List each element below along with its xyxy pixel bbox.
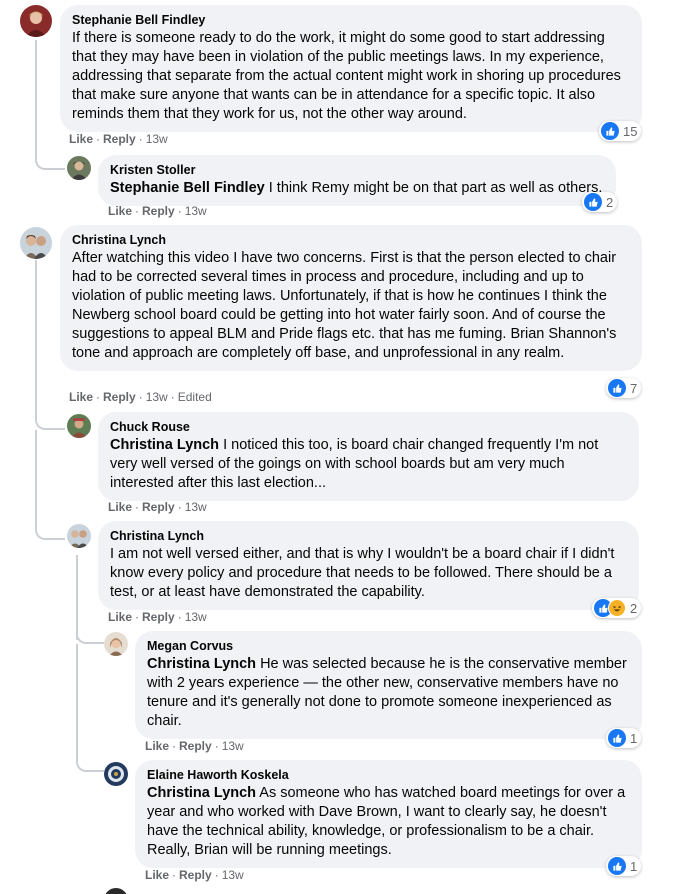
comment-actions: Like · Reply · 13w [145, 868, 244, 882]
reply-button[interactable]: Reply [179, 868, 212, 882]
reply-button[interactable]: Reply [142, 500, 175, 514]
reply-button[interactable]: Reply [103, 132, 136, 146]
reply-button[interactable]: Reply [103, 390, 136, 404]
comment-actions: Like · Reply · 13w · Edited [69, 390, 212, 404]
mention-link[interactable]: Christina Lynch [147, 785, 256, 801]
like-button[interactable]: Like [108, 500, 132, 514]
like-icon [608, 729, 626, 747]
avatar[interactable] [104, 888, 128, 894]
thread-line [76, 555, 78, 640]
avatar[interactable] [67, 414, 91, 438]
timestamp[interactable]: 13w [185, 500, 207, 514]
avatar[interactable] [20, 227, 52, 259]
avatar[interactable] [67, 156, 91, 180]
mention-link[interactable]: Stephanie Bell Findley [110, 180, 265, 196]
comment-text: Christina Lynch He was selected because … [147, 655, 630, 731]
reply-button[interactable]: Reply [142, 204, 175, 218]
edited-label[interactable]: Edited [178, 390, 212, 404]
like-button[interactable]: Like [108, 204, 132, 218]
comment-author[interactable]: Megan Corvus [147, 638, 630, 654]
comment-text: Christina Lynch I noticed this too, is b… [110, 436, 627, 493]
reaction-summary[interactable]: 1 [606, 856, 642, 876]
comment-actions: Like · Reply · 13w [108, 610, 207, 624]
thread-curve [76, 630, 104, 644]
mention-link[interactable]: Christina Lynch [147, 656, 256, 672]
comment-bubble: Christina Lynch I am not well versed eit… [98, 521, 639, 610]
mention-link[interactable]: Christina Lynch [110, 437, 219, 453]
haha-icon [608, 599, 626, 617]
timestamp[interactable]: 13w [222, 868, 244, 882]
comment-bubble: Stephanie Bell Findley If there is someo… [60, 5, 642, 132]
comment-author[interactable]: Christina Lynch [110, 528, 627, 544]
comment-bubble: Chuck Rouse Christina Lynch I noticed th… [98, 412, 639, 501]
reaction-count: 1 [630, 858, 638, 874]
thread-curve [35, 520, 65, 540]
timestamp[interactable]: 13w [185, 610, 207, 624]
thread-curve [35, 150, 65, 170]
reaction-summary[interactable]: 7 [606, 378, 642, 398]
like-button[interactable]: Like [69, 390, 93, 404]
comment-actions: Like · Reply · 13w [145, 739, 244, 753]
comment-text: Christina Lynch As someone who has watch… [147, 784, 630, 860]
thread-line [35, 260, 37, 420]
reaction-count: 2 [630, 600, 638, 616]
reply-button[interactable]: Reply [179, 739, 212, 753]
like-button[interactable]: Like [108, 610, 132, 624]
like-icon [608, 379, 626, 397]
timestamp[interactable]: 13w [222, 739, 244, 753]
reaction-count: 1 [630, 730, 638, 746]
like-button[interactable]: Like [69, 132, 93, 146]
timestamp[interactable]: 13w [146, 390, 168, 404]
comment-text: I am not well versed either, and that is… [110, 546, 615, 600]
comment-bubble: Megan Corvus Christina Lynch He was sele… [135, 631, 642, 739]
reaction-count: 15 [623, 123, 638, 139]
comment-actions: Like · Reply · 13w [69, 132, 168, 146]
comment-actions: Like · Reply · 13w [108, 500, 207, 514]
like-icon [608, 857, 626, 875]
comment-text: If there is someone ready to do the work… [72, 30, 621, 122]
comment-author[interactable]: Christina Lynch [72, 232, 630, 248]
reaction-summary[interactable]: 2 [582, 192, 618, 212]
comment-author[interactable]: Chuck Rouse [110, 419, 627, 435]
reaction-count: 2 [606, 194, 614, 210]
avatar[interactable] [20, 5, 52, 37]
avatar[interactable] [104, 762, 128, 786]
avatar[interactable] [67, 524, 91, 548]
timestamp[interactable]: 13w [185, 204, 207, 218]
comment-text-content: I think Remy might be on that part as we… [264, 180, 603, 196]
like-button[interactable]: Like [145, 739, 169, 753]
like-icon [584, 193, 602, 211]
timestamp[interactable]: 13w [146, 132, 168, 146]
comment-bubble: Kristen Stoller Stephanie Bell Findley I… [98, 155, 616, 206]
comment-author[interactable]: Elaine Haworth Koskela [147, 767, 630, 783]
comment-text: Stephanie Bell Findley I think Remy migh… [110, 179, 604, 198]
reaction-summary[interactable]: 15 [599, 121, 642, 141]
like-button[interactable]: Like [145, 868, 169, 882]
comment-text: After watching this video I have two con… [72, 250, 617, 361]
comment-author[interactable]: Stephanie Bell Findley [72, 12, 630, 28]
reaction-summary[interactable]: 1 [606, 728, 642, 748]
like-icon [601, 122, 619, 140]
comment-author[interactable]: Kristen Stoller [110, 162, 604, 178]
comment-bubble: Elaine Haworth Koskela Christina Lynch A… [135, 760, 642, 868]
comment-bubble: Christina Lynch After watching this vide… [60, 225, 642, 371]
thread-curve [76, 752, 104, 772]
reaction-summary[interactable]: 2 [592, 598, 642, 618]
thread-curve [35, 412, 65, 430]
comment-actions: Like · Reply · 13w [108, 204, 207, 218]
thread-line [76, 644, 78, 762]
avatar[interactable] [104, 632, 128, 656]
reply-button[interactable]: Reply [142, 610, 175, 624]
reaction-count: 7 [630, 380, 638, 396]
thread-line [35, 430, 37, 530]
thread-line [35, 40, 37, 155]
